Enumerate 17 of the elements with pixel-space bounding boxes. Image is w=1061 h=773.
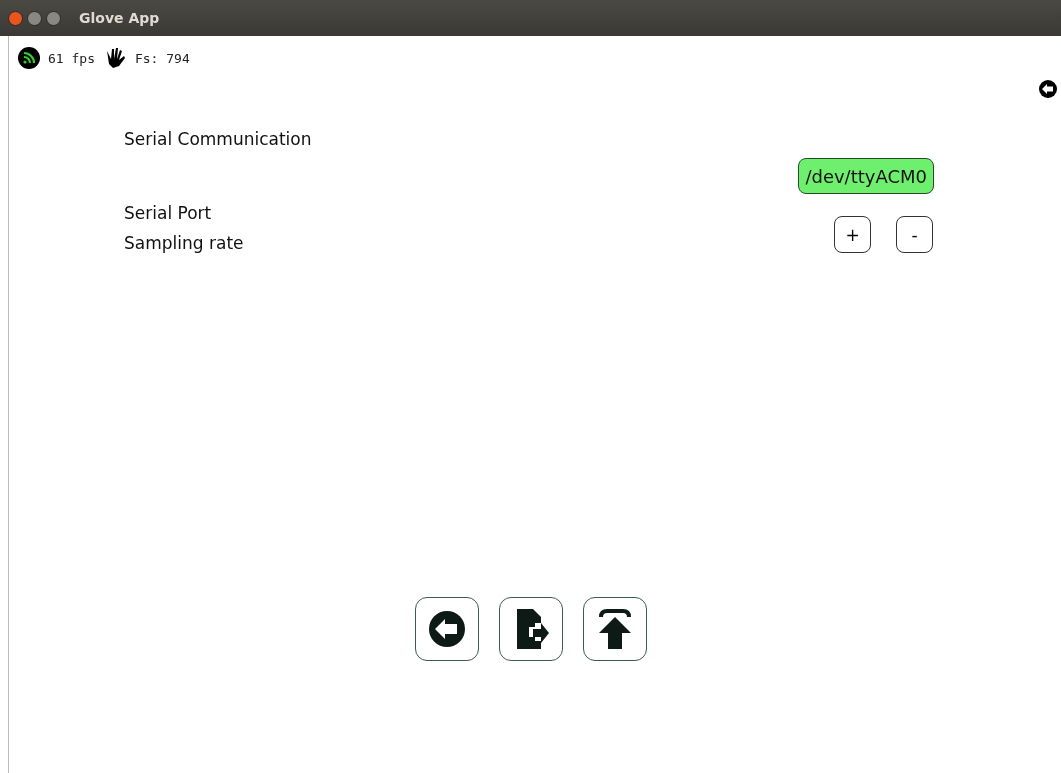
back-icon: [426, 609, 467, 649]
minimize-button[interactable]: [27, 10, 42, 26]
sampling-rate-label: Sampling rate: [124, 232, 245, 255]
increase-button[interactable]: +: [834, 216, 871, 253]
sampling-frequency: Fs: 794: [134, 50, 190, 66]
back-icon[interactable]: [1038, 79, 1058, 99]
decrease-button[interactable]: -: [896, 216, 933, 253]
export-button[interactable]: [498, 597, 563, 661]
fps-counter: 61 fps: [48, 50, 95, 66]
close-button[interactable]: [8, 10, 23, 26]
serial-port-button[interactable]: /dev/ttyACM0: [798, 158, 934, 194]
window-title: Glove App: [79, 10, 160, 26]
section-title: Serial Communication: [124, 128, 312, 151]
maximize-button[interactable]: [46, 10, 61, 26]
back-button[interactable]: [414, 597, 479, 661]
upload-button[interactable]: [582, 597, 647, 661]
serial-port-label: Serial Port: [124, 202, 213, 225]
